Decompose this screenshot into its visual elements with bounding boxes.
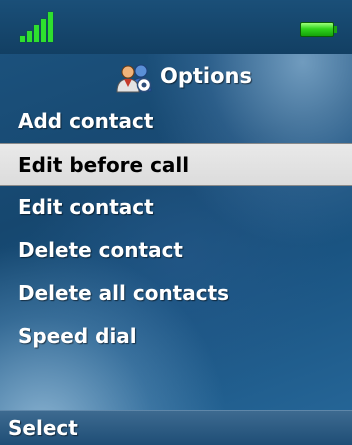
- menu-item-delete-contact[interactable]: Delete contact: [0, 229, 352, 272]
- menu-item-edit-before-call[interactable]: Edit before call: [0, 143, 352, 186]
- softkey-bar: Select: [0, 410, 352, 445]
- phone-screen: Options Add contact Edit before call Edi…: [0, 0, 352, 445]
- select-softkey[interactable]: Select: [8, 414, 78, 442]
- menu-item-delete-all-contacts[interactable]: Delete all contacts: [0, 272, 352, 315]
- battery-icon: [300, 22, 338, 37]
- menu-item-speed-dial[interactable]: Speed dial: [0, 315, 352, 358]
- menu-item-add-contact[interactable]: Add contact: [0, 100, 352, 143]
- signal-strength-icon: [20, 10, 60, 42]
- contacts-options-icon: [114, 60, 154, 94]
- menu-item-edit-contact[interactable]: Edit contact: [0, 186, 352, 229]
- options-header: Options: [0, 58, 352, 94]
- status-bar: [0, 0, 352, 54]
- options-menu: Add contact Edit before call Edit contac…: [0, 100, 352, 358]
- page-title: Options: [160, 64, 252, 88]
